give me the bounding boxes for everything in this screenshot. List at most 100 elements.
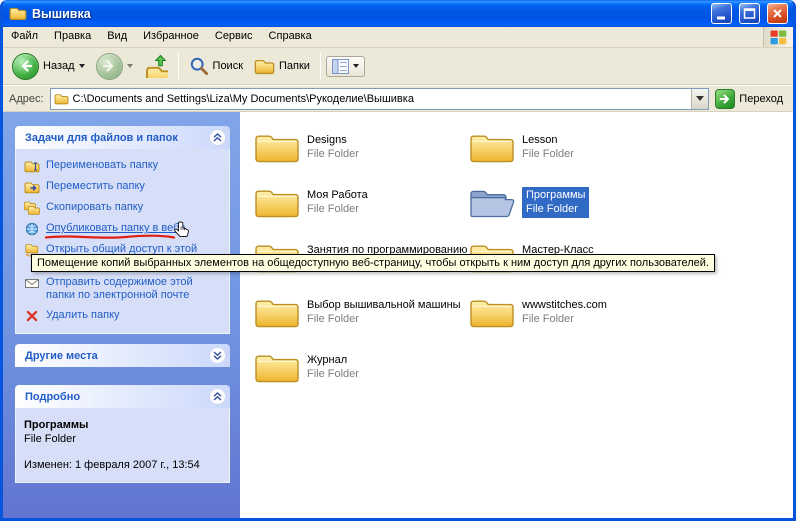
task-label: Скопировать папку: [46, 201, 143, 214]
views-icon: [332, 59, 349, 74]
details-panel: Подробно Программы File Folder Изменен: …: [15, 385, 230, 483]
chevron-down-icon: [127, 64, 133, 68]
address-label: Адрес:: [9, 93, 44, 105]
other-places-header[interactable]: Другие места: [15, 344, 230, 367]
panel-title: Задачи для файлов и папок: [25, 132, 178, 144]
back-label: Назад: [43, 60, 75, 72]
window-title: Вышивка: [32, 7, 704, 21]
menu-item-view[interactable]: Вид: [99, 27, 135, 47]
collapse-button[interactable]: [209, 129, 226, 146]
tooltip: Помещение копий выбранных элементов на о…: [31, 254, 715, 272]
go-button[interactable]: Переход: [715, 89, 787, 109]
folder-icon: [254, 350, 300, 386]
rename-folder-icon: [24, 159, 40, 173]
folder-icon: [254, 130, 300, 166]
task-move-folder[interactable]: Переместить папку: [24, 180, 223, 194]
expand-button[interactable]: [209, 347, 226, 364]
file-list-area: DesignsFile Folder LessonFile Folder Моя…: [240, 112, 793, 518]
menu-item-edit[interactable]: Правка: [46, 27, 99, 47]
titlebar: Вышивка: [3, 0, 793, 27]
chevron-down-icon: [79, 64, 85, 68]
move-folder-icon: [24, 180, 40, 194]
address-dropdown-button[interactable]: [691, 89, 708, 109]
file-tile[interactable]: Моя РаботаFile Folder: [254, 183, 469, 238]
address-input[interactable]: C:\Documents and Settings\Liza\My Docume…: [50, 88, 710, 110]
email-folder-icon: [24, 276, 40, 290]
file-name: Моя Работа: [307, 188, 368, 202]
window-folder-icon: [9, 6, 27, 21]
address-bar: Адрес: C:\Documents and Settings\Liza\My…: [3, 85, 793, 112]
address-value: C:\Documents and Settings\Liza\My Docume…: [73, 93, 688, 105]
task-label: Опубликовать папку в вебе: [46, 222, 185, 235]
task-delete-folder[interactable]: Удалить папку: [24, 309, 223, 323]
task-rename-folder[interactable]: Переименовать папку: [24, 159, 223, 173]
close-button[interactable]: [767, 3, 788, 24]
file-folder-tasks-body: Переименовать папку Переместить папку: [15, 149, 230, 334]
menu-item-help[interactable]: Справка: [261, 27, 320, 47]
details-name: Программы: [24, 418, 223, 432]
menu-item-tools[interactable]: Сервис: [207, 27, 261, 47]
file-type: File Folder: [526, 202, 585, 216]
folder-icon: [254, 295, 300, 331]
forward-button[interactable]: [91, 51, 138, 82]
file-tile[interactable]: DesignsFile Folder: [254, 128, 469, 183]
file-name: Программы: [526, 188, 585, 202]
file-type: File Folder: [307, 147, 359, 161]
file-tile-selected[interactable]: ПрограммыFile Folder: [469, 183, 684, 238]
up-button[interactable]: [139, 52, 173, 80]
file-tile[interactable]: Выбор вышивальной машиныFile Folder: [254, 293, 469, 348]
file-name: Журнал: [307, 353, 359, 367]
task-label: Переименовать папку: [46, 159, 158, 172]
copy-folder-icon: [24, 201, 40, 215]
open-folder-selected-icon: [469, 185, 515, 221]
details-type: File Folder: [24, 432, 223, 446]
details-header[interactable]: Подробно: [15, 385, 230, 408]
file-type: File Folder: [307, 202, 368, 216]
menu-item-favorites[interactable]: Избранное: [135, 27, 207, 47]
toolbar-separator: [320, 53, 321, 79]
file-tile[interactable]: LessonFile Folder: [469, 128, 684, 183]
file-type: File Folder: [307, 367, 359, 381]
task-label: Переместить папку: [46, 180, 145, 193]
chevron-up-icon: [212, 391, 223, 402]
search-label: Поиск: [213, 60, 243, 72]
task-copy-folder[interactable]: Скопировать папку: [24, 201, 223, 215]
minimize-button[interactable]: [711, 3, 732, 24]
go-arrow-icon: [715, 89, 735, 109]
address-folder-icon: [54, 93, 69, 105]
panel-title: Подробно: [25, 391, 80, 403]
file-name: Lesson: [522, 133, 574, 147]
windows-logo-icon: [763, 27, 793, 47]
file-name: Выбор вышивальной машины: [307, 298, 461, 312]
panel-title: Другие места: [25, 350, 98, 362]
folders-label: Папки: [279, 60, 310, 72]
menu-item-file[interactable]: Файл: [3, 27, 46, 47]
collapse-button[interactable]: [209, 388, 226, 405]
file-folder-tasks-panel: Задачи для файлов и папок Переименовать …: [15, 126, 230, 334]
chevron-down-icon: [353, 64, 359, 68]
search-button[interactable]: Поиск: [184, 54, 248, 78]
details-body: Программы File Folder Изменен: 1 февраля…: [15, 408, 230, 483]
file-type: File Folder: [522, 312, 607, 326]
file-type: File Folder: [307, 312, 461, 326]
folders-button[interactable]: Папки: [249, 56, 315, 77]
task-email-folder[interactable]: Отправить содержимое этой папки по элект…: [24, 276, 223, 302]
file-folder-tasks-header[interactable]: Задачи для файлов и папок: [15, 126, 230, 149]
search-icon: [189, 56, 209, 76]
file-name: Designs: [307, 133, 359, 147]
file-tile[interactable]: ЖурналFile Folder: [254, 348, 469, 403]
publish-folder-icon: [24, 222, 40, 236]
details-modified: Изменен: 1 февраля 2007 г., 13:54: [24, 458, 223, 472]
toolbar-separator: [178, 53, 179, 79]
task-publish-folder-to-web[interactable]: Опубликовать папку в вебе: [24, 222, 223, 236]
back-icon: [12, 53, 39, 80]
window-body: Задачи для файлов и папок Переименовать …: [3, 112, 793, 518]
maximize-button[interactable]: [739, 3, 760, 24]
menubar: Файл Правка Вид Избранное Сервис Справка: [3, 27, 793, 48]
back-button[interactable]: Назад: [7, 51, 90, 82]
file-tile[interactable]: wwwstitches.comFile Folder: [469, 293, 684, 348]
folder-icon: [469, 130, 515, 166]
chevron-up-icon: [212, 132, 223, 143]
views-button[interactable]: [326, 56, 365, 77]
folder-icon: [254, 185, 300, 221]
